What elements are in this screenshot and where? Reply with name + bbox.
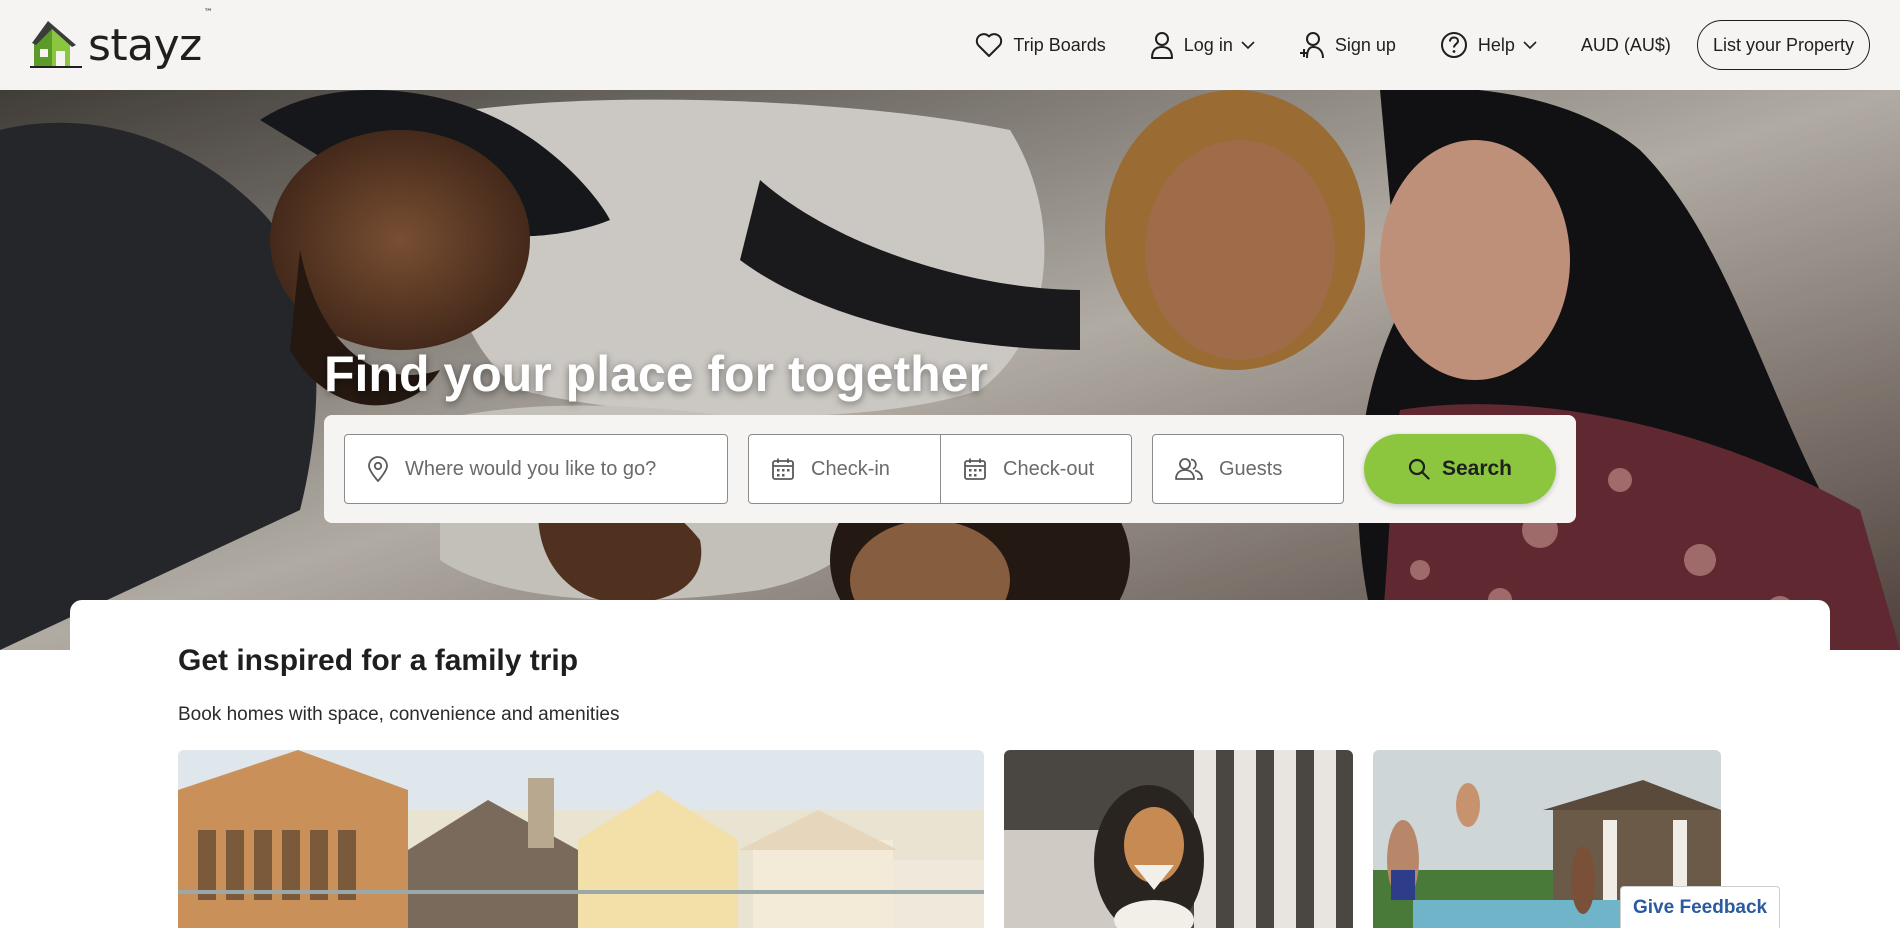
user-icon [1150, 32, 1173, 59]
calendar-icon [772, 458, 794, 480]
currency-label: AUD (AU$) [1580, 34, 1671, 55]
heart-icon [976, 33, 1003, 57]
section-title: Get inspired for a family trip [178, 644, 579, 677]
log-in-menu[interactable]: Log in [1150, 31, 1255, 59]
check-out-input[interactable]: Check-out [940, 434, 1132, 504]
dog-on-porch-photo [1004, 750, 1353, 928]
search-button-label: Search [1441, 457, 1513, 480]
destination-placeholder: Where would you like to go? [405, 457, 657, 480]
trip-boards-link[interactable]: Trip Boards [975, 32, 1106, 58]
give-feedback-button[interactable]: Give Feedback [1620, 886, 1781, 928]
help-menu[interactable]: Help [1440, 31, 1537, 59]
top-nav: Trip Boards Log in Sign up Help AUD (AU$… [931, 0, 1870, 90]
house-logo-icon [30, 21, 82, 68]
beach-houses-photo [178, 750, 984, 928]
brand-name: stayz™ [88, 7, 213, 71]
destination-input[interactable]: Where would you like to go? [344, 434, 728, 504]
help-label: Help [1477, 34, 1515, 55]
stayz-logo[interactable]: stayz™ [30, 7, 213, 72]
search-button[interactable]: Search [1364, 434, 1556, 504]
hero-section: Find your place for together Where would… [0, 90, 1900, 650]
question-circle-icon [1440, 32, 1467, 58]
inspiration-card-pet-friendly[interactable] [1004, 750, 1353, 928]
chevron-down-icon [1523, 41, 1537, 50]
check-in-input[interactable]: Check-in [748, 434, 942, 504]
guests-placeholder: Guests [1219, 457, 1283, 480]
search-icon [1408, 458, 1430, 480]
hero-title: Find your place for together [324, 346, 988, 402]
list-your-property-button[interactable]: List your Property [1696, 20, 1870, 70]
users-icon [1175, 458, 1203, 480]
search-panel: Where would you like to go? Check-in Che… [324, 415, 1576, 523]
site-header: stayz™ Trip Boards Log in Sign up Help A… [0, 0, 1900, 90]
inspiration-card-beach-houses[interactable] [178, 750, 984, 928]
currency-selector[interactable]: AUD (AU$) [1581, 35, 1671, 56]
section-subtitle: Book homes with space, convenience and a… [178, 704, 620, 725]
check-out-placeholder: Check-out [1003, 457, 1095, 480]
map-pin-icon [368, 456, 388, 482]
check-in-placeholder: Check-in [811, 457, 890, 480]
sign-up-link[interactable]: Sign up [1299, 31, 1396, 59]
guests-input[interactable]: Guests [1152, 434, 1344, 504]
user-plus-icon [1299, 32, 1324, 59]
chevron-down-icon [1241, 41, 1255, 50]
trip-boards-label: Trip Boards [1013, 34, 1106, 55]
log-in-label: Log in [1183, 34, 1233, 55]
calendar-icon [964, 458, 986, 480]
sign-up-label: Sign up [1334, 34, 1396, 55]
